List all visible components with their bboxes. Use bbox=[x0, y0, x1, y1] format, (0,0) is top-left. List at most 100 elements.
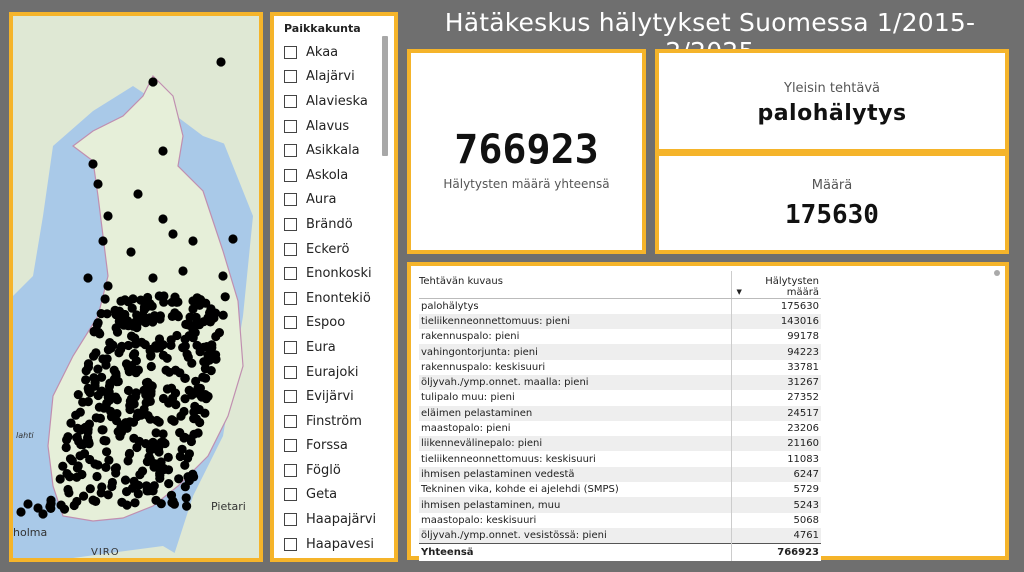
slicer-item[interactable]: Eurajoki bbox=[284, 360, 394, 385]
slicer-item[interactable]: Alavieska bbox=[284, 89, 394, 114]
location-dot[interactable] bbox=[200, 358, 211, 368]
location-dot[interactable] bbox=[174, 474, 184, 484]
location-dot[interactable] bbox=[206, 304, 216, 314]
table-row[interactable]: palohälytys 175630 bbox=[419, 298, 821, 314]
location-dot[interactable] bbox=[123, 385, 134, 396]
location-dot[interactable] bbox=[178, 266, 188, 276]
checkbox[interactable] bbox=[284, 316, 297, 330]
location-dot[interactable] bbox=[218, 271, 228, 281]
table-row[interactable]: maastopalo: keskisuuri 5068 bbox=[419, 512, 821, 528]
location-dot[interactable] bbox=[170, 292, 180, 302]
location-dot[interactable] bbox=[122, 487, 132, 497]
location-dot[interactable] bbox=[166, 335, 176, 345]
task-table-visual[interactable]: Tehtävän kuvaus Hälytysten määrä ▼ palohä… bbox=[407, 262, 1009, 562]
table-row[interactable]: öljyvah./ymp.onnet. vesistössä: pieni 476… bbox=[419, 527, 821, 544]
table-row[interactable]: rakennuspalo: keskisuuri 33781 bbox=[419, 359, 821, 375]
location-dot[interactable] bbox=[117, 497, 127, 507]
location-dot[interactable] bbox=[166, 383, 177, 393]
location-dot[interactable] bbox=[93, 179, 103, 189]
location-dot[interactable] bbox=[126, 247, 136, 257]
location-dot[interactable] bbox=[184, 449, 194, 459]
slicer-item[interactable]: Finström bbox=[284, 409, 394, 434]
location-dot[interactable] bbox=[176, 411, 186, 421]
location-dot[interactable] bbox=[159, 464, 169, 475]
location-dot[interactable] bbox=[140, 340, 150, 350]
location-dot[interactable] bbox=[162, 353, 172, 363]
location-dot[interactable] bbox=[186, 321, 196, 331]
location-dot[interactable] bbox=[158, 146, 168, 156]
col-header-description[interactable]: Tehtävän kuvaus bbox=[419, 271, 731, 299]
location-dot[interactable] bbox=[56, 500, 66, 510]
location-dot[interactable] bbox=[133, 408, 143, 418]
location-dot[interactable] bbox=[133, 480, 144, 490]
location-dot[interactable] bbox=[103, 390, 113, 400]
location-dot[interactable] bbox=[83, 424, 93, 434]
location-dot[interactable] bbox=[103, 211, 113, 221]
location-dot[interactable] bbox=[190, 401, 200, 411]
slicer-item[interactable]: Askola bbox=[284, 163, 394, 188]
location-dot[interactable] bbox=[88, 495, 98, 505]
checkbox[interactable] bbox=[284, 390, 297, 404]
checkbox[interactable] bbox=[284, 70, 297, 84]
table-row[interactable]: rakennuspalo: pieni 99178 bbox=[419, 329, 821, 345]
slicer-item[interactable]: Haapajärvi bbox=[284, 507, 394, 532]
slicer-item[interactable]: Brändö bbox=[284, 212, 394, 237]
location-dot[interactable] bbox=[133, 489, 143, 499]
table-row[interactable]: Tekninen vika, kohde ei ajelehdi (SMPS) 5… bbox=[419, 482, 821, 498]
checkbox[interactable] bbox=[284, 193, 297, 207]
location-dot[interactable] bbox=[117, 341, 127, 351]
table-row[interactable]: tieliikenneonnettomuus: keskisuuri 11083 bbox=[419, 451, 821, 467]
checkbox[interactable] bbox=[284, 414, 297, 428]
location-dot[interactable] bbox=[148, 486, 158, 496]
location-dot[interactable] bbox=[114, 316, 124, 326]
location-dot[interactable] bbox=[164, 479, 174, 489]
location-dot[interactable] bbox=[146, 361, 156, 372]
location-dot[interactable] bbox=[112, 327, 123, 337]
location-dot[interactable] bbox=[158, 429, 168, 439]
location-dot[interactable] bbox=[187, 358, 197, 368]
location-dot[interactable] bbox=[151, 495, 161, 505]
location-dot[interactable] bbox=[228, 234, 238, 244]
location-dot[interactable] bbox=[180, 482, 190, 492]
table-row[interactable]: maastopalo: pieni 23206 bbox=[419, 420, 821, 437]
location-dot[interactable] bbox=[140, 296, 150, 306]
location-dot[interactable] bbox=[100, 294, 110, 304]
location-dot[interactable] bbox=[93, 364, 103, 374]
location-dot[interactable] bbox=[16, 507, 26, 517]
location-dot[interactable] bbox=[168, 393, 178, 403]
slicer-item[interactable]: Föglö bbox=[284, 458, 394, 483]
slicer-item[interactable]: Forssa bbox=[284, 434, 394, 459]
location-dot[interactable] bbox=[134, 436, 144, 446]
location-dot[interactable] bbox=[62, 435, 72, 445]
checkbox[interactable] bbox=[284, 119, 297, 133]
location-dot[interactable] bbox=[81, 366, 91, 376]
location-dot[interactable] bbox=[216, 57, 226, 67]
slicer-item[interactable]: Alavus bbox=[284, 114, 394, 139]
checkbox[interactable] bbox=[284, 365, 297, 379]
location-dot[interactable] bbox=[102, 354, 112, 364]
location-dot[interactable] bbox=[172, 310, 183, 320]
location-dot[interactable] bbox=[101, 436, 111, 446]
map-visual[interactable]: Pietari lahti holma VIRO bbox=[9, 12, 263, 562]
location-dot[interactable] bbox=[23, 499, 33, 509]
location-dot[interactable] bbox=[72, 433, 82, 443]
location-dot[interactable] bbox=[159, 297, 169, 307]
location-dot[interactable] bbox=[103, 281, 113, 291]
table-scroll-indicator[interactable] bbox=[994, 270, 1000, 276]
finland-map[interactable] bbox=[13, 16, 259, 558]
location-dot[interactable] bbox=[116, 427, 127, 437]
location-dot[interactable] bbox=[183, 472, 193, 482]
location-dot[interactable] bbox=[102, 447, 112, 457]
checkbox[interactable] bbox=[284, 439, 297, 453]
checkbox[interactable] bbox=[284, 488, 297, 502]
slicer-item[interactable]: Eckerö bbox=[284, 237, 394, 262]
location-dot[interactable] bbox=[164, 367, 174, 377]
location-dot[interactable] bbox=[83, 383, 93, 393]
location-dot[interactable] bbox=[75, 407, 85, 417]
location-dot[interactable] bbox=[148, 77, 158, 87]
location-dot[interactable] bbox=[142, 457, 152, 467]
slicer-item[interactable]: Alajärvi bbox=[284, 65, 394, 90]
location-dot[interactable] bbox=[88, 159, 98, 169]
location-dot[interactable] bbox=[79, 491, 89, 501]
location-dot[interactable] bbox=[155, 311, 165, 321]
